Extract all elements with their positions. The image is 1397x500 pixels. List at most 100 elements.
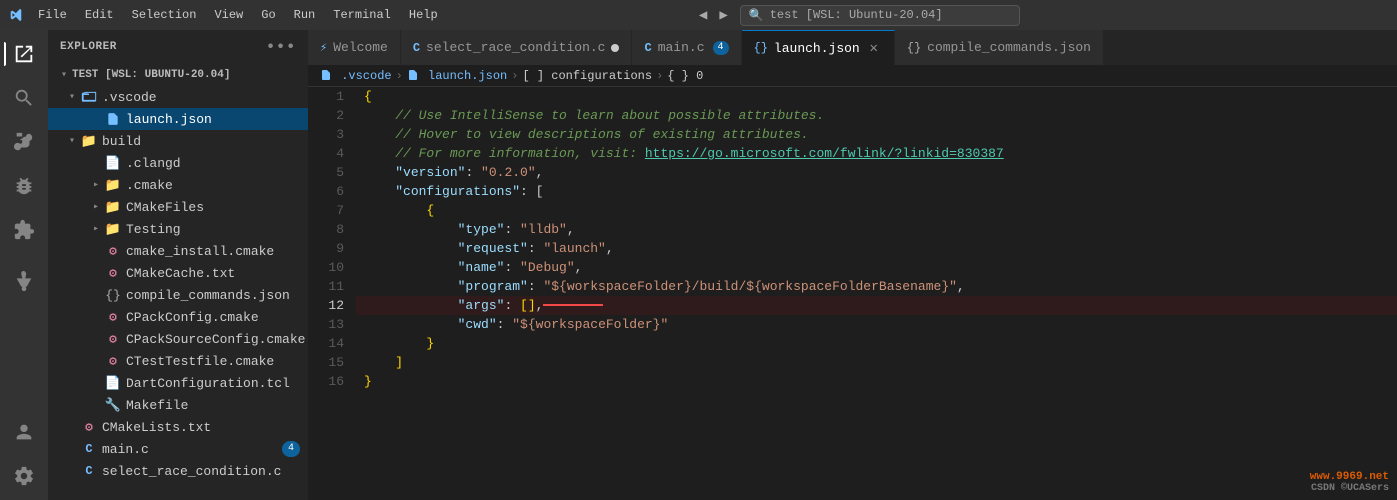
tab-mainc[interactable]: C main.c 4: [632, 30, 741, 65]
nav-forward-button[interactable]: ▶: [715, 5, 731, 26]
code-token: [364, 258, 458, 277]
sidebar-item-makefile[interactable]: ▸ 🔧 Makefile: [48, 394, 308, 416]
code-token: // For more information, visit:: [364, 144, 645, 163]
menu-view[interactable]: View: [206, 6, 251, 24]
menu-terminal[interactable]: Terminal: [325, 6, 399, 24]
tab-welcome[interactable]: ⚡ Welcome: [308, 30, 401, 65]
sidebar-item-cmakefiles[interactable]: ▸ 📁 CMakeFiles: [48, 196, 308, 218]
breadcrumb-configurations[interactable]: [ ] configurations: [522, 69, 652, 83]
code-token: "lldb": [520, 220, 567, 239]
code-line-16: }: [356, 372, 1397, 391]
ln-12: 12: [308, 296, 344, 315]
code-token: "type": [458, 220, 505, 239]
activity-debug[interactable]: [4, 166, 44, 206]
sidebar-item-cmake-install[interactable]: ▸ ⚙ cmake_install.cmake: [48, 240, 308, 262]
code-content[interactable]: { // Use IntelliSense to learn about pos…: [356, 87, 1397, 500]
menu-go[interactable]: Go: [253, 6, 283, 24]
code-token: "${workspaceFolder}": [512, 315, 668, 334]
sidebar-item-cpackconfig[interactable]: ▸ ⚙ CPackConfig.cmake: [48, 306, 308, 328]
code-token: [364, 163, 395, 182]
code-token: :: [504, 296, 520, 315]
sidebar-title: Explorer: [60, 41, 117, 53]
tree-arrow-cmake: ▸: [88, 179, 104, 191]
sidebar-item-compile-commands[interactable]: ▸ {} compile_commands.json: [48, 284, 308, 306]
sidebar-item-mainc[interactable]: ▸ C main.c 4: [48, 438, 308, 460]
code-line-5: "version": "0.2.0",: [356, 163, 1397, 182]
ln-11: 11: [308, 277, 344, 296]
sidebar-item-testing[interactable]: ▸ 📁 Testing: [48, 218, 308, 240]
sidebar-item-root[interactable]: ▾ TEST [WSL: UBUNTU-20.04]: [48, 64, 308, 86]
code-token: :: [497, 315, 513, 334]
root-label: TEST [WSL: UBUNTU-20.04]: [72, 69, 308, 81]
compile-commands-label: compile_commands.json: [126, 288, 308, 303]
sidebar-item-cmake[interactable]: ▸ 📁 .cmake: [48, 174, 308, 196]
launch-tab-close[interactable]: ✕: [866, 40, 882, 56]
code-token: ,: [567, 220, 575, 239]
code-token: [364, 296, 458, 315]
activity-accounts[interactable]: [4, 412, 44, 452]
title-bar-search[interactable]: 🔍 test [WSL: Ubuntu-20.04]: [740, 5, 1020, 26]
compile-commands-icon: {}: [104, 286, 122, 304]
activity-explorer[interactable]: [4, 34, 44, 74]
ln-9: 9: [308, 239, 344, 258]
vscode-logo-icon: [8, 7, 24, 23]
ln-8: 8: [308, 220, 344, 239]
code-token: }: [364, 372, 372, 391]
sidebar-item-dartconfig[interactable]: ▸ 📄 DartConfiguration.tcl: [48, 372, 308, 394]
breadcrumb-sep-1: ›: [396, 69, 403, 83]
activity-scm[interactable]: [4, 122, 44, 162]
sidebar-item-build[interactable]: ▾ 📁 build: [48, 130, 308, 152]
code-token: [364, 239, 458, 258]
code-line-15: ]: [356, 353, 1397, 372]
tree-arrow-testing: ▸: [88, 223, 104, 235]
ctesttestfile-label: CTestTestfile.cmake: [126, 354, 308, 369]
select-race-tab-dot: [611, 44, 619, 52]
select-race-icon: C: [80, 462, 98, 480]
nav-back-button[interactable]: ◀: [695, 5, 711, 26]
sidebar-item-cmakecache[interactable]: ▸ ⚙ CMakeCache.txt: [48, 262, 308, 284]
code-token-link[interactable]: https://go.microsoft.com/fwlink/?linkid=…: [645, 144, 1004, 163]
activity-settings[interactable]: [4, 456, 44, 496]
menu-edit[interactable]: Edit: [77, 6, 122, 24]
ln-5: 5: [308, 163, 344, 182]
code-token: [364, 182, 395, 201]
code-token: "Debug": [520, 258, 575, 277]
sidebar-item-cmakelists[interactable]: ▸ ⚙ CMakeLists.txt: [48, 416, 308, 438]
code-token: }: [426, 334, 434, 353]
tab-select-race[interactable]: C select_race_condition.c: [401, 30, 633, 65]
code-line-9: "request": "launch",: [356, 239, 1397, 258]
menu-selection[interactable]: Selection: [124, 6, 205, 24]
breadcrumb-launch[interactable]: launch.json: [407, 69, 507, 83]
code-token: ]: [395, 353, 403, 372]
breadcrumb-index[interactable]: { } 0: [667, 69, 703, 83]
sidebar-item-launch[interactable]: ▸ launch.json: [48, 108, 308, 130]
tab-compile-commands[interactable]: {} compile_commands.json: [895, 30, 1104, 65]
compile-commands-tab-label: compile_commands.json: [927, 40, 1091, 55]
menu-run[interactable]: Run: [286, 6, 324, 24]
code-token: // Use IntelliSense to learn about possi…: [364, 106, 824, 125]
activity-search[interactable]: [4, 78, 44, 118]
sidebar-item-select-race[interactable]: ▸ C select_race_condition.c: [48, 460, 308, 482]
tab-launch[interactable]: {} launch.json ✕: [742, 30, 895, 65]
menu-file[interactable]: File: [30, 6, 75, 24]
sidebar-item-clangd[interactable]: ▸ 📄 .clangd: [48, 152, 308, 174]
breadcrumb-vscode[interactable]: .vscode: [320, 69, 392, 83]
menu-help[interactable]: Help: [401, 6, 446, 24]
cpackconfig-label: CPackConfig.cmake: [126, 310, 308, 325]
line-numbers: 1 2 3 4 5 6 7 8 9 10 11 12 13 14 15 16: [308, 87, 356, 500]
sidebar-more-button[interactable]: •••: [266, 38, 296, 56]
code-line-11: "program": "${workspaceFolder}/build/${w…: [356, 277, 1397, 296]
sidebar-item-ctesttestfile[interactable]: ▸ ⚙ CTestTestfile.cmake: [48, 350, 308, 372]
cmakecache-icon: ⚙: [104, 264, 122, 282]
activity-testing[interactable]: [4, 262, 44, 302]
sidebar-item-vscode[interactable]: ▾ .vscode: [48, 86, 308, 108]
mainc-tab-badge: 4: [713, 41, 729, 55]
error-underline: [543, 304, 603, 306]
sidebar-item-cpacksource[interactable]: ▸ ⚙ CPackSourceConfig.cmake: [48, 328, 308, 350]
code-line-8: "type": "lldb",: [356, 220, 1397, 239]
code-token: "version": [395, 163, 465, 182]
launch-file-icon: [104, 110, 122, 128]
code-token: []: [520, 296, 536, 315]
activity-extensions[interactable]: [4, 210, 44, 250]
code-token: [364, 201, 426, 220]
